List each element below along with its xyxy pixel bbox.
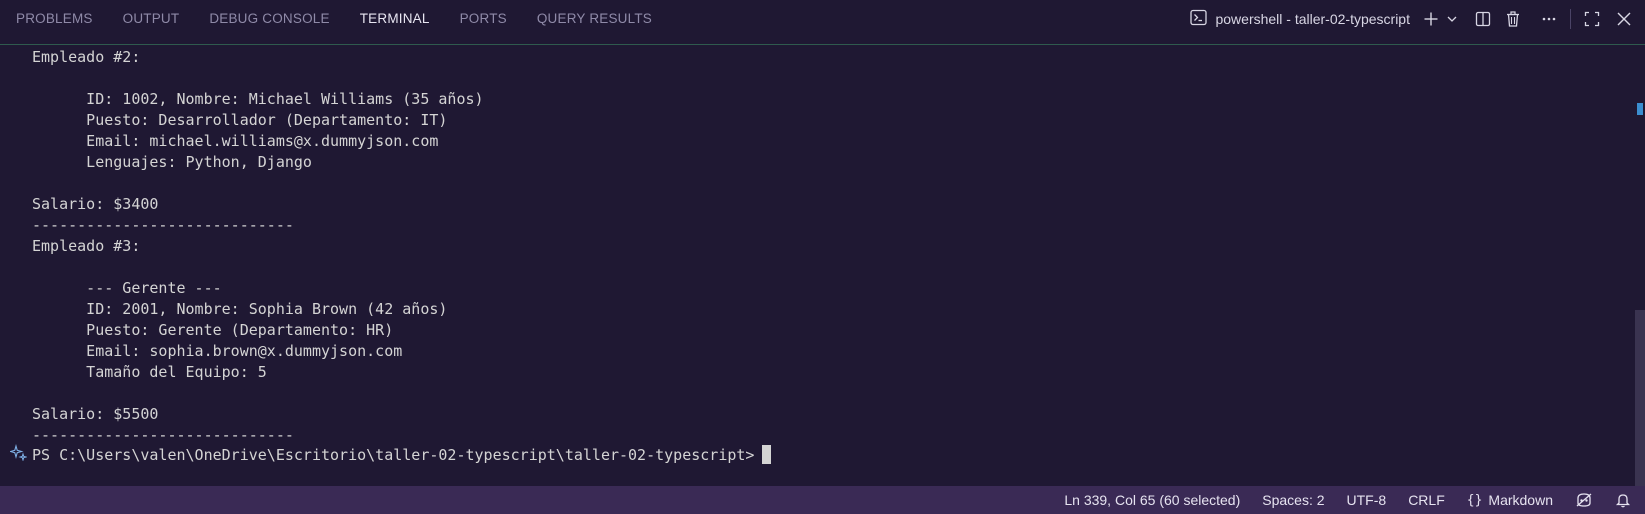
- bell-icon[interactable]: [1615, 492, 1631, 508]
- terminal-line: Puesto: Gerente (Departamento: HR): [32, 321, 394, 339]
- tab-problems[interactable]: PROBLEMS: [16, 0, 93, 44]
- status-cursor-position[interactable]: Ln 339, Col 65 (60 selected): [1064, 492, 1240, 508]
- tab-terminal[interactable]: TERMINAL: [360, 0, 430, 44]
- panel-tab-bar: PROBLEMS OUTPUT DEBUG CONSOLE TERMINAL P…: [0, 0, 1645, 45]
- status-language-label: Markdown: [1488, 492, 1553, 508]
- terminal-line: -----------------------------: [32, 216, 294, 234]
- terminal-line: ID: 2001, Nombre: Sophia Brown (42 años): [32, 300, 448, 318]
- tab-ports[interactable]: PORTS: [460, 0, 507, 44]
- terminal-line: Email: michael.williams@x.dummyjson.com: [32, 132, 439, 150]
- plus-icon[interactable]: [1418, 6, 1444, 32]
- status-bar: Ln 339, Col 65 (60 selected) Spaces: 2 U…: [0, 486, 1645, 514]
- chevron-down-icon[interactable]: [1444, 6, 1460, 32]
- terminal-line: Empleado #3:: [32, 237, 141, 255]
- terminal-line: -----------------------------: [32, 426, 294, 444]
- prompt-text: PS C:\Users\valen\OneDrive\Escritorio\ta…: [32, 445, 755, 464]
- terminal-line: Lenguajes: Python, Django: [32, 153, 312, 171]
- scroll-thumb[interactable]: [1635, 310, 1645, 495]
- status-indentation[interactable]: Spaces: 2: [1262, 492, 1324, 508]
- terminal-line: Email: sophia.brown@x.dummyjson.com: [32, 342, 403, 360]
- braces-icon: {}: [1466, 492, 1483, 508]
- status-encoding[interactable]: UTF-8: [1347, 492, 1387, 508]
- panel-actions: powershell - taller-02-typescript: [1190, 0, 1645, 38]
- status-eol[interactable]: CRLF: [1408, 492, 1445, 508]
- copilot-icon[interactable]: [1575, 492, 1593, 508]
- close-icon[interactable]: [1611, 6, 1637, 32]
- more-icon[interactable]: [1536, 6, 1562, 32]
- terminal-line: ID: 1002, Nombre: Michael Williams (35 a…: [32, 90, 484, 108]
- maximize-icon[interactable]: [1579, 6, 1605, 32]
- tab-output[interactable]: OUTPUT: [123, 0, 180, 44]
- terminal-icon: [1190, 9, 1208, 30]
- sparkle-icon[interactable]: [8, 443, 28, 465]
- terminal-selector-label: powershell - taller-02-typescript: [1215, 11, 1410, 27]
- terminal-prompt[interactable]: PS C:\Users\valen\OneDrive\Escritorio\ta…: [8, 443, 772, 465]
- terminal-cursor: [762, 445, 772, 464]
- status-language[interactable]: {} Markdown: [1467, 492, 1553, 508]
- terminal-output[interactable]: Empleado #2: ID: 1002, Nombre: Michael W…: [0, 45, 1645, 485]
- scroll-marker: [1637, 103, 1643, 115]
- panel-tabs: PROBLEMS OUTPUT DEBUG CONSOLE TERMINAL P…: [16, 0, 682, 44]
- tab-query-results[interactable]: QUERY RESULTS: [537, 0, 652, 44]
- actions-divider: [1570, 9, 1571, 29]
- terminal-line: Salario: $3400: [32, 195, 159, 213]
- terminal-line: Salario: $5500: [32, 405, 159, 423]
- tab-debug-console[interactable]: DEBUG CONSOLE: [209, 0, 329, 44]
- trash-icon[interactable]: [1500, 6, 1526, 32]
- terminal-line: --- Gerente ---: [32, 279, 222, 297]
- terminal-line: Tamaño del Equipo: 5: [32, 363, 267, 381]
- terminal-selector[interactable]: powershell - taller-02-typescript: [1190, 9, 1410, 30]
- split-icon[interactable]: [1470, 6, 1496, 32]
- terminal-line: Puesto: Desarrollador (Departamento: IT): [32, 111, 448, 129]
- terminal-scrollbar[interactable]: [1631, 45, 1645, 495]
- terminal-line: Empleado #2:: [32, 48, 141, 66]
